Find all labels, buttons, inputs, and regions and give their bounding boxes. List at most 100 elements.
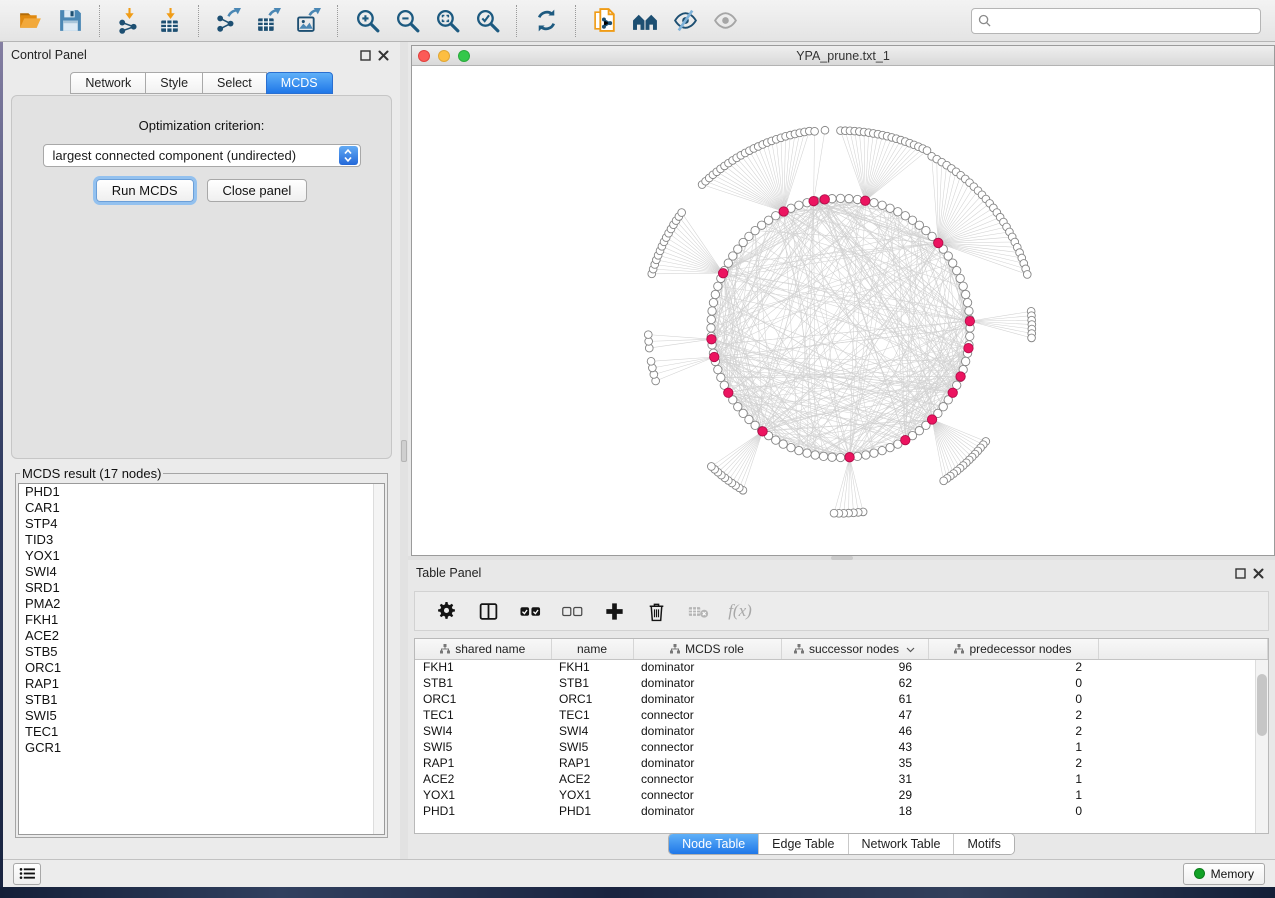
network-node[interactable] [836,194,844,202]
table-cell[interactable]: dominator [633,659,781,675]
network-node[interactable] [795,446,803,454]
network-node[interactable] [836,453,844,461]
table-cell[interactable]: dominator [633,803,781,819]
network-node-mcds[interactable] [927,415,936,424]
mcds-result-item[interactable]: PMA2 [19,596,384,612]
network-node[interactable] [708,307,716,315]
mcds-result-item[interactable]: SWI4 [19,564,384,580]
mcds-result-list[interactable]: PHD1CAR1STP4TID3YOX1SWI4SRD1PMA2FKH1ACE2… [18,483,385,835]
export-image-button[interactable] [288,4,328,38]
table-cell[interactable]: RAP1 [551,755,633,771]
table-cell[interactable]: ORC1 [551,691,633,707]
network-node[interactable] [961,290,969,298]
mcds-result-item[interactable]: RAP1 [19,676,384,692]
table-settings-button[interactable] [429,596,463,626]
mcds-result-item[interactable]: FKH1 [19,612,384,628]
network-node-mcds[interactable] [820,195,829,204]
network-node-mcds[interactable] [779,207,788,216]
mcds-result-item[interactable]: PHD1 [19,484,384,500]
tab-mcds[interactable]: MCDS [266,72,333,94]
table-cell[interactable]: 1 [928,739,1098,755]
table-cell[interactable]: RAP1 [415,755,551,771]
network-node[interactable] [949,259,957,267]
column-header-shared-name[interactable]: shared name [415,639,551,659]
column-header-predecessor-nodes[interactable]: predecessor nodes [928,639,1098,659]
table-row[interactable]: PHD1PHD1dominator180 [415,803,1268,819]
float-window-icon[interactable] [356,46,374,64]
mcds-result-item[interactable]: GCR1 [19,740,384,756]
hide-selected-button[interactable] [665,4,705,38]
export-network-button[interactable] [208,4,248,38]
table-cell[interactable]: 2 [928,707,1098,723]
network-node[interactable] [707,324,715,332]
mcds-result-item[interactable]: STB5 [19,644,384,660]
table-cell[interactable]: 47 [781,707,928,723]
network-node[interactable] [870,449,878,457]
close-panel-button[interactable]: Close panel [207,179,308,202]
network-node[interactable] [862,451,870,459]
network-node[interactable] [878,446,886,454]
table-cell[interactable]: ACE2 [415,771,551,787]
column-header-successor-nodes[interactable]: successor nodes [781,639,928,659]
table-row[interactable]: SWI4SWI4dominator462 [415,723,1268,739]
table-scrollbar[interactable] [1255,660,1268,833]
network-node[interactable] [963,298,971,306]
tab-node-table[interactable]: Node Table [669,834,758,854]
close-icon[interactable] [374,46,392,64]
table-cell[interactable]: TEC1 [415,707,551,723]
network-node[interactable] [1023,271,1031,279]
column-header-mcds-role[interactable]: MCDS role [633,639,781,659]
import-network-button[interactable] [109,4,149,38]
table-cell[interactable]: 0 [928,803,1098,819]
table-cell[interactable]: PHD1 [415,803,551,819]
table-cell[interactable]: connector [633,787,781,803]
optimization-criterion-select[interactable]: largest connected component (undirected) [43,144,361,167]
mcds-result-item[interactable]: STP4 [19,516,384,532]
memory-button[interactable]: Memory [1183,863,1265,885]
mcds-result-item[interactable]: SWI5 [19,708,384,724]
run-mcds-button[interactable]: Run MCDS [96,179,194,202]
network-node[interactable] [894,208,902,216]
import-table-button[interactable] [149,4,189,38]
table-cell[interactable]: PHD1 [551,803,633,819]
network-node[interactable] [830,509,838,517]
network-node-mcds[interactable] [901,435,910,444]
network-node[interactable] [845,195,853,203]
table-row[interactable]: FKH1FKH1dominator962 [415,659,1268,675]
table-row[interactable]: STB1STB1dominator620 [415,675,1268,691]
network-node-mcds[interactable] [964,343,973,352]
save-session-button[interactable] [50,4,90,38]
refresh-view-button[interactable] [526,4,566,38]
table-cell[interactable]: 62 [781,675,928,691]
tab-select[interactable]: Select [203,72,267,94]
show-all-button[interactable] [705,4,745,38]
table-cell[interactable]: dominator [633,691,781,707]
table-cell[interactable]: 46 [781,723,928,739]
table-cell[interactable]: STB1 [551,675,633,691]
network-node[interactable] [956,274,964,282]
zoom-in-button[interactable] [347,4,387,38]
table-cell[interactable]: SWI5 [415,739,551,755]
network-node-mcds[interactable] [845,453,854,462]
table-cell[interactable]: SWI4 [551,723,633,739]
table-cell[interactable]: 2 [928,755,1098,771]
table-cell[interactable]: dominator [633,723,781,739]
table-cell[interactable]: 35 [781,755,928,771]
network-node-mcds[interactable] [934,238,943,247]
table-cell[interactable]: connector [633,707,781,723]
table-cell[interactable]: connector [633,771,781,787]
table-cell[interactable]: SWI5 [551,739,633,755]
network-node[interactable] [803,449,811,457]
delete-table-button[interactable] [681,596,715,626]
automation-panel-button[interactable] [13,863,41,885]
table-cell[interactable]: 61 [781,691,928,707]
network-node[interactable] [708,463,716,471]
network-node-mcds[interactable] [758,427,767,436]
tab-network[interactable]: Network [70,72,146,94]
network-node[interactable] [709,298,717,306]
network-node-mcds[interactable] [809,196,818,205]
mcds-result-item[interactable]: ACE2 [19,628,384,644]
network-node[interactable] [647,357,655,365]
table-cell[interactable]: TEC1 [551,707,633,723]
select-all-columns-button[interactable] [513,596,547,626]
